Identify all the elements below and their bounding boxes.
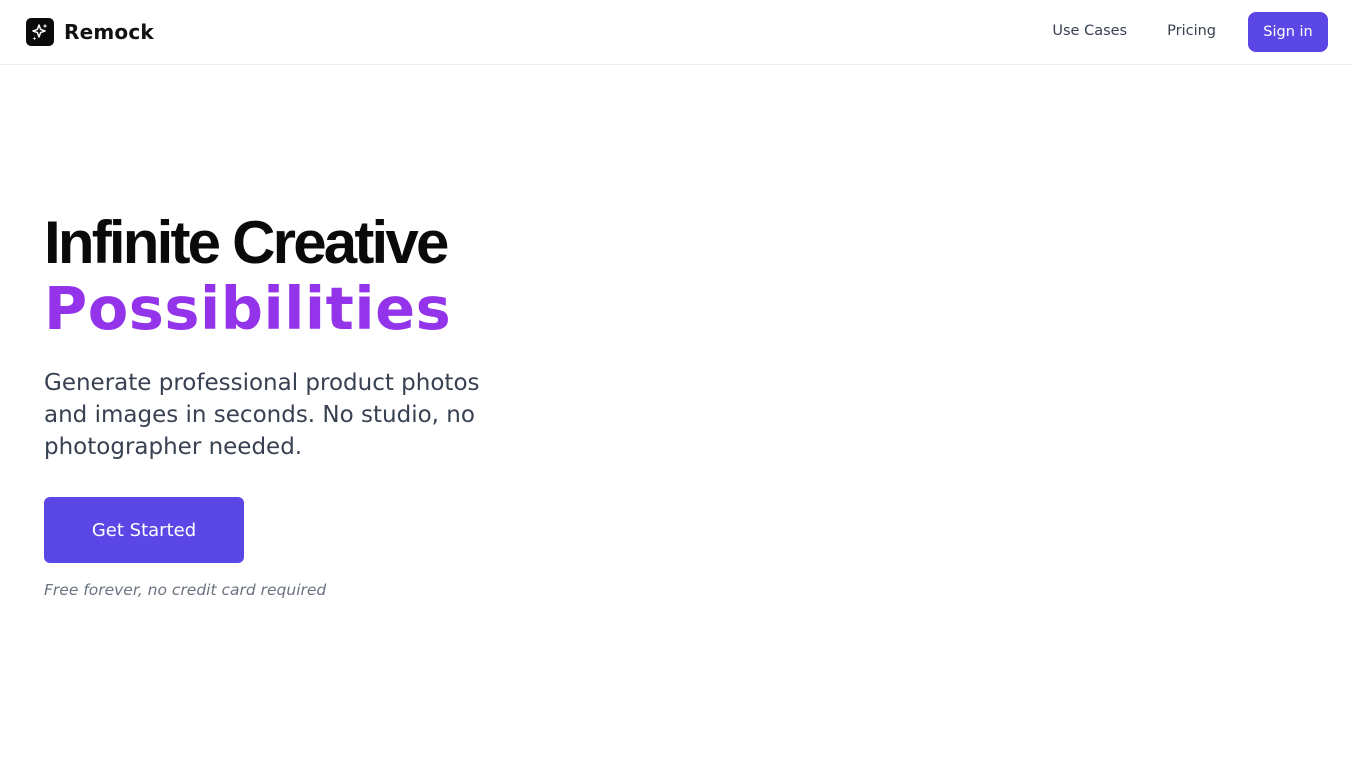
main-nav: Use Cases Pricing Sign in — [1052, 12, 1328, 52]
nav-pricing-link[interactable]: Pricing — [1167, 12, 1216, 52]
brand-name: Remock — [64, 20, 154, 44]
hero-title: Infinite Creative Possibilities — [44, 208, 564, 340]
get-started-button[interactable]: Get Started — [44, 497, 244, 563]
sign-in-button[interactable]: Sign in — [1248, 12, 1328, 52]
hero-title-line1: Infinite Creative — [44, 209, 449, 276]
cta-note: Free forever, no credit card required — [44, 581, 327, 599]
hero-section: Infinite Creative Possibilities Generate… — [44, 208, 564, 599]
hero-subtitle: Generate professional product photos and… — [44, 370, 480, 460]
sparkles-icon — [26, 18, 54, 46]
brand-link[interactable]: Remock — [26, 18, 154, 46]
hero-title-highlight: Possibilities — [44, 274, 452, 343]
top-navbar: Remock Use Cases Pricing Sign in — [0, 0, 1352, 65]
nav-use-cases-link[interactable]: Use Cases — [1052, 12, 1127, 52]
